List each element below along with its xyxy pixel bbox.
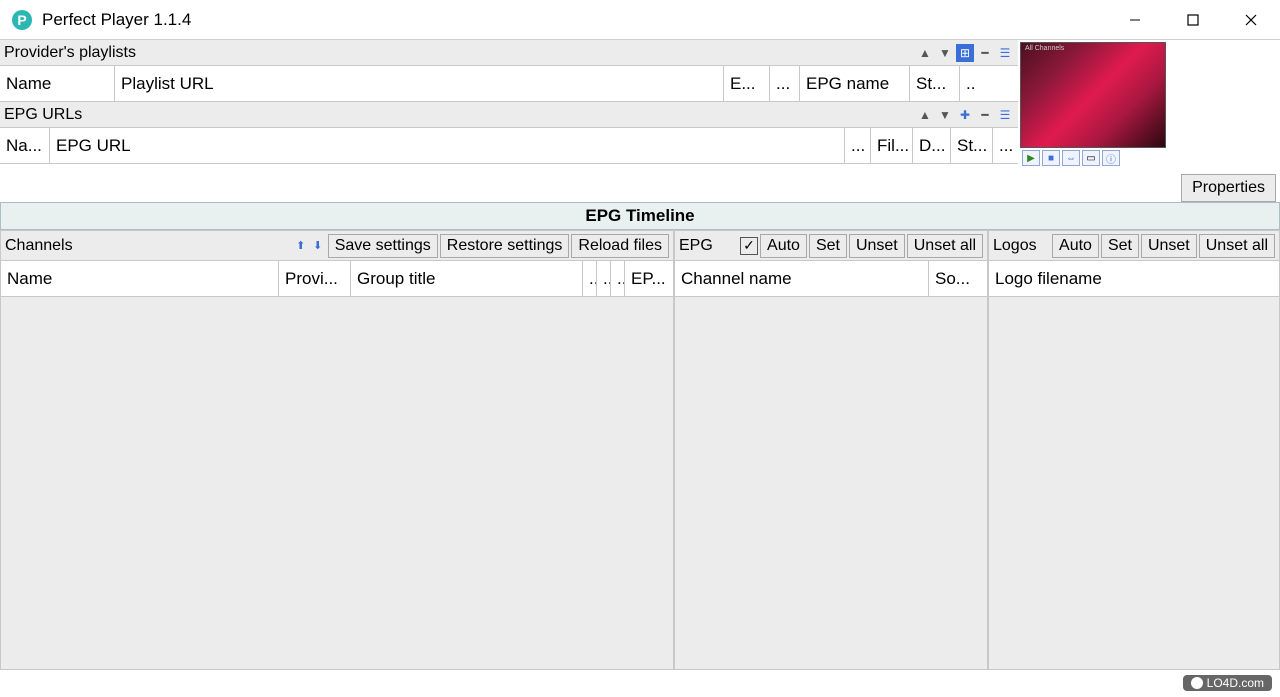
col-epgname[interactable]: EPG name <box>800 66 910 101</box>
ch-col-name[interactable]: Name <box>1 261 279 296</box>
ch-col-epg[interactable]: EP... <box>625 261 673 296</box>
ch-col-group[interactable]: Group title <box>351 261 583 296</box>
ch-col-c3[interactable]: .. <box>611 261 625 296</box>
epg-unsetall-button[interactable]: Unset all <box>907 234 983 258</box>
logos-auto-button[interactable]: Auto <box>1052 234 1099 258</box>
app-icon: P <box>12 10 32 30</box>
epg-menu-icon[interactable]: ☰ <box>996 106 1014 124</box>
playlist-grid-icon[interactable]: ⊞ <box>956 44 974 62</box>
preview-title: All Channels <box>1025 45 1064 52</box>
info-button[interactable]: ⓘ <box>1102 150 1120 166</box>
epg-col-more[interactable]: ... <box>845 128 871 163</box>
watermark-text: LO4D.com <box>1207 676 1264 690</box>
window-title: Perfect Player 1.1.4 <box>42 10 1106 30</box>
col-status[interactable]: St... <box>910 66 960 101</box>
logos-col-filename[interactable]: Logo filename <box>989 261 1279 296</box>
epg-col-file[interactable]: Fil... <box>871 128 913 163</box>
close-button[interactable] <box>1222 0 1280 39</box>
playlist-down-icon[interactable]: ▼ <box>936 44 954 62</box>
maximize-button[interactable] <box>1164 0 1222 39</box>
epg-title: EPG <box>679 237 713 255</box>
reload-files-button[interactable]: Reload files <box>571 234 669 258</box>
playlist-up-icon[interactable]: ▲ <box>916 44 934 62</box>
logos-unset-button[interactable]: Unset <box>1141 234 1197 258</box>
properties-button[interactable]: Properties <box>1181 174 1276 202</box>
epg-set-button[interactable]: Set <box>809 234 847 258</box>
epg-unset-button[interactable]: Unset <box>849 234 905 258</box>
epg-up-icon[interactable]: ▲ <box>916 106 934 124</box>
watermark: LO4D.com <box>1183 675 1272 691</box>
video-preview[interactable]: All Channels <box>1020 42 1166 148</box>
play-button[interactable]: ▶ <box>1022 150 1040 166</box>
expand-button[interactable]: ⇔ <box>1062 150 1080 166</box>
logos-title: Logos <box>993 237 1037 255</box>
channels-title: Channels <box>5 237 73 255</box>
screen-button[interactable]: ▭ <box>1082 150 1100 166</box>
col-encoding[interactable]: E... <box>724 66 770 101</box>
col-url[interactable]: Playlist URL <box>115 66 724 101</box>
col-name[interactable]: Name <box>0 66 115 101</box>
minimize-button[interactable] <box>1106 0 1164 39</box>
playlists-label: Provider's playlists <box>4 44 916 62</box>
restore-settings-button[interactable]: Restore settings <box>440 234 570 258</box>
globe-icon <box>1191 677 1203 689</box>
logos-set-button[interactable]: Set <box>1101 234 1139 258</box>
epg-col-source[interactable]: So... <box>929 261 987 296</box>
epg-down-icon[interactable]: ▼ <box>936 106 954 124</box>
stop-button[interactable]: ■ <box>1042 150 1060 166</box>
timeline-header: EPG Timeline <box>0 202 1280 230</box>
epg-add-icon[interactable]: ✚ <box>956 106 974 124</box>
col-more[interactable]: ... <box>770 66 800 101</box>
channel-up-icon[interactable]: ⬆ <box>293 238 309 254</box>
playlist-menu-icon[interactable]: ☰ <box>996 44 1014 62</box>
epg-col-url[interactable]: EPG URL <box>50 128 845 163</box>
ch-col-c2[interactable]: .. <box>597 261 611 296</box>
epg-col-name[interactable]: Na... <box>0 128 50 163</box>
epg-col-channel[interactable]: Channel name <box>675 261 929 296</box>
save-settings-button[interactable]: Save settings <box>328 234 438 258</box>
channel-down-icon[interactable]: ⬇ <box>310 238 326 254</box>
ch-col-c1[interactable]: .. <box>583 261 597 296</box>
logos-body <box>989 297 1279 669</box>
ch-col-provider[interactable]: Provi... <box>279 261 351 296</box>
playlist-remove-icon[interactable]: ━ <box>976 44 994 62</box>
epg-col-ext[interactable]: ... <box>993 128 1018 163</box>
epg-col-status[interactable]: St... <box>951 128 993 163</box>
epgurls-label: EPG URLs <box>4 106 916 124</box>
epg-remove-icon[interactable]: ━ <box>976 106 994 124</box>
logos-unsetall-button[interactable]: Unset all <box>1199 234 1275 258</box>
epg-checkbox[interactable]: ✓ <box>740 237 758 255</box>
epg-col-date[interactable]: D... <box>913 128 951 163</box>
col-ext[interactable]: .. <box>960 66 1018 101</box>
epg-auto-button[interactable]: Auto <box>760 234 807 258</box>
channels-body <box>1 297 673 669</box>
epg-body <box>675 297 987 669</box>
